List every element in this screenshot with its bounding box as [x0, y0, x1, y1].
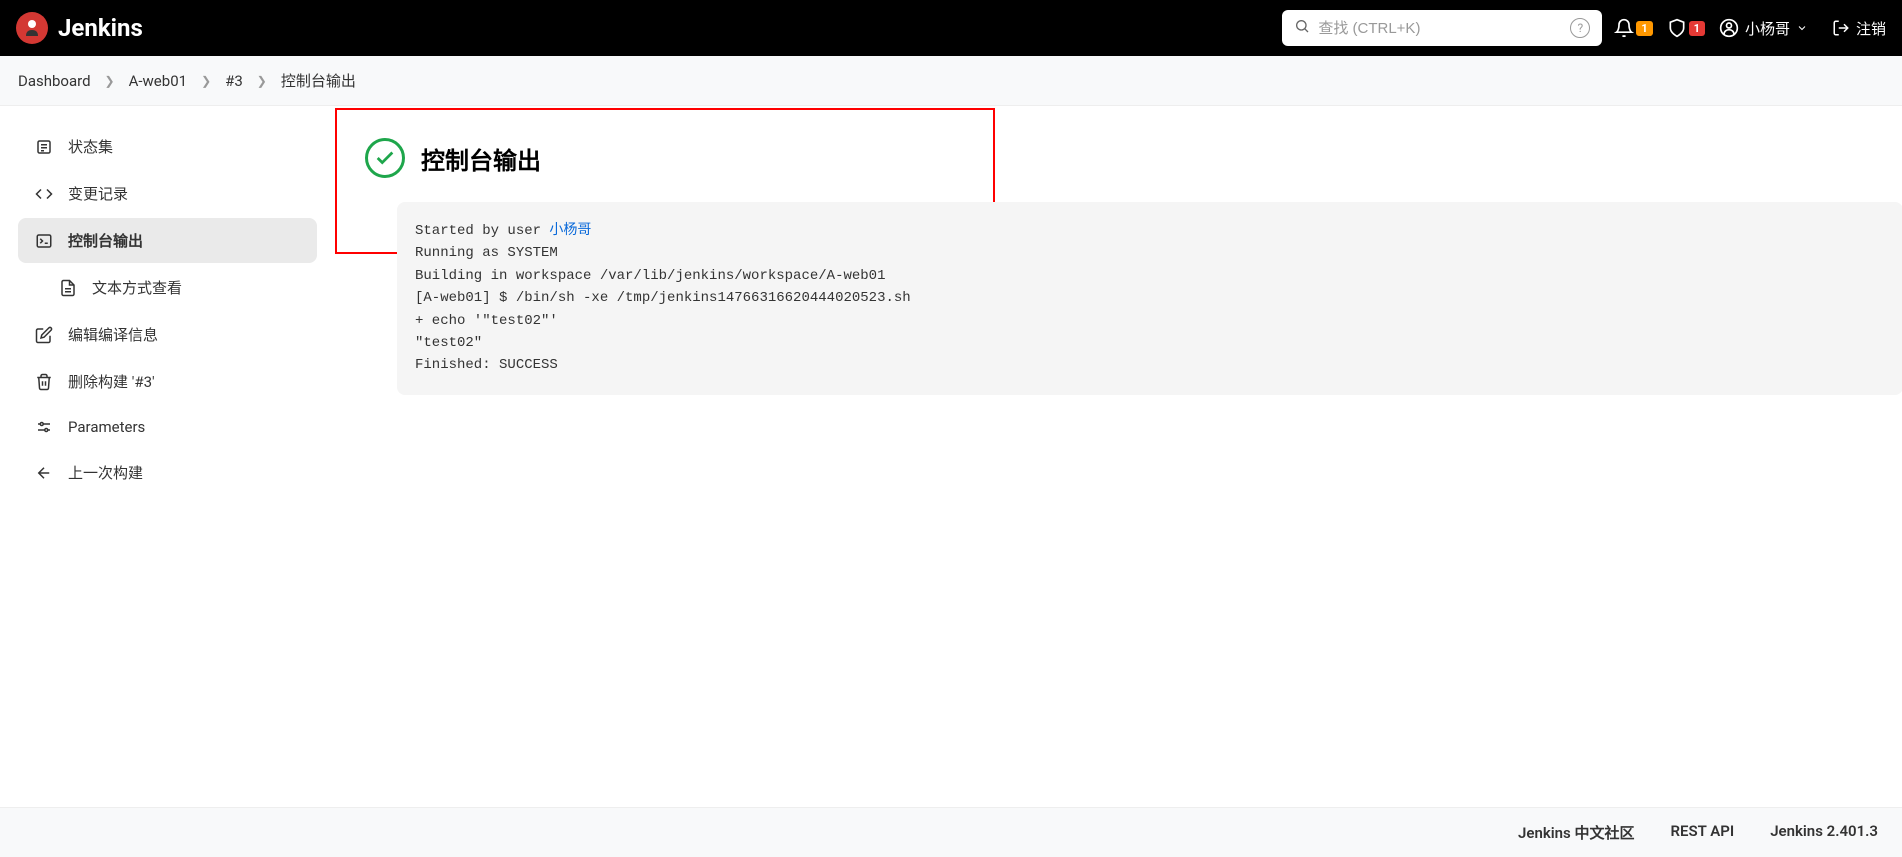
sidebar-item-label: 控制台输出: [68, 230, 143, 251]
sidebar-item-parameters[interactable]: Parameters: [18, 406, 317, 448]
logo[interactable]: Jenkins: [16, 12, 143, 44]
breadcrumb: Dashboard ❯ A-web01 ❯ #3 ❯ 控制台输出: [0, 56, 1902, 106]
sidebar-item-delete[interactable]: 删除构建 '#3': [18, 359, 317, 404]
back-icon: [34, 464, 54, 482]
sidebar-item-status[interactable]: 状态集: [18, 124, 317, 169]
footer-rest-api-link[interactable]: REST API: [1671, 822, 1735, 843]
logout-button[interactable]: 注销: [1832, 18, 1886, 39]
sidebar-item-changes[interactable]: 变更记录: [18, 171, 317, 216]
sidebar-item-console[interactable]: 控制台输出: [18, 218, 317, 263]
chevron-right-icon: ❯: [105, 74, 115, 88]
page-title: 控制台输出: [421, 141, 541, 176]
edit-icon: [34, 326, 54, 344]
console-user-link[interactable]: 小杨哥: [549, 223, 591, 239]
username: 小杨哥: [1745, 18, 1790, 39]
highlight-box: 控制台输出 Started by user 小杨哥 Running as SYS…: [335, 108, 995, 254]
changes-icon: [34, 185, 54, 203]
text-icon: [58, 279, 78, 297]
delete-icon: [34, 373, 54, 391]
logout-label: 注销: [1856, 18, 1886, 39]
sidebar-item-label: Parameters: [68, 418, 145, 436]
breadcrumb-dashboard[interactable]: Dashboard: [18, 72, 91, 90]
sidebar-item-label: 变更记录: [68, 183, 128, 204]
security-button[interactable]: 1: [1667, 18, 1705, 38]
parameters-icon: [34, 418, 54, 436]
breadcrumb-current: 控制台输出: [281, 70, 356, 91]
status-icon: [34, 138, 54, 156]
footer-version[interactable]: Jenkins 2.401.3: [1770, 822, 1878, 843]
sidebar-item-previous-build[interactable]: 上一次构建: [18, 450, 317, 495]
sidebar-item-label: 上一次构建: [68, 462, 143, 483]
sidebar-item-label: 删除构建 '#3': [68, 371, 155, 392]
chevron-right-icon: ❯: [257, 74, 267, 88]
sidebar-item-label: 文本方式查看: [92, 277, 182, 298]
sidebar-item-text-view[interactable]: 文本方式查看: [18, 265, 317, 310]
logo-text: Jenkins: [58, 14, 143, 42]
breadcrumb-build[interactable]: #3: [225, 72, 243, 90]
search-input[interactable]: [1318, 20, 1562, 37]
success-icon: [365, 138, 405, 178]
user-menu[interactable]: 小杨哥: [1719, 18, 1808, 39]
main-content: 控制台输出 Started by user 小杨哥 Running as SYS…: [335, 106, 1902, 515]
sidebar: 状态集 变更记录 控制台输出 文本方式查看 编辑编译信息: [0, 106, 335, 515]
security-badge: 1: [1689, 21, 1705, 36]
help-icon[interactable]: ?: [1570, 18, 1590, 38]
chevron-right-icon: ❯: [201, 74, 211, 88]
footer-community-link[interactable]: Jenkins 中文社区: [1518, 822, 1634, 843]
search-icon: [1294, 18, 1310, 38]
footer: Jenkins 中文社区 REST API Jenkins 2.401.3: [0, 807, 1902, 857]
sidebar-item-edit[interactable]: 编辑编译信息: [18, 312, 317, 357]
jenkins-logo-icon: [16, 12, 48, 44]
notification-badge: 1: [1636, 21, 1652, 36]
notifications-button[interactable]: 1: [1614, 18, 1652, 38]
search-box[interactable]: ?: [1282, 10, 1602, 46]
sidebar-item-label: 状态集: [68, 136, 113, 157]
console-icon: [34, 232, 54, 250]
breadcrumb-job[interactable]: A-web01: [129, 72, 187, 90]
sidebar-item-label: 编辑编译信息: [68, 324, 158, 345]
header: Jenkins ? 1 1 小杨哥: [0, 0, 1902, 56]
console-output: Started by user 小杨哥 Running as SYSTEM Bu…: [397, 202, 1902, 395]
chevron-down-icon: [1796, 22, 1808, 34]
